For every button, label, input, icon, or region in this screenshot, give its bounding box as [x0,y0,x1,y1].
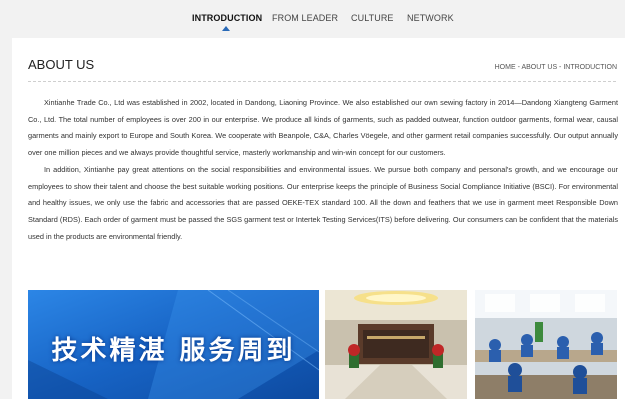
introduction-text: Xintianhe Trade Co., Ltd was established… [28,95,618,245]
breadcrumb: HOME - ABOUT US - INTRODUCTION [494,64,617,71]
sewing-workshop-photo [475,290,617,399]
intro-paragraph-2: In addition, Xintianhe pay great attenti… [28,164,618,241]
tab-from-leader[interactable]: FROM LEADER [272,13,338,23]
content-panel: ABOUT US HOME - ABOUT US - INTRODUCTION … [12,38,625,399]
intro-paragraph-1: Xintianhe Trade Co., Ltd was established… [28,98,618,158]
tab-introduction[interactable]: INTRODUCTION [192,13,262,23]
office-lobby-photo [325,290,467,399]
photo-strip: 技术精湛 服务周到 [28,290,617,399]
tab-network[interactable]: NETWORK [407,13,454,23]
page-title: ABOUT US [28,57,95,72]
service-banner-image: 技术精湛 服务周到 [28,290,319,399]
title-divider [28,81,616,82]
active-tab-indicator [222,26,230,31]
banner-slogan: 技术精湛 服务周到 [51,336,296,366]
section-tab-bar: INTRODUCTION FROM LEADER CULTURE NETWORK [0,0,625,38]
tab-culture[interactable]: CULTURE [351,13,394,23]
